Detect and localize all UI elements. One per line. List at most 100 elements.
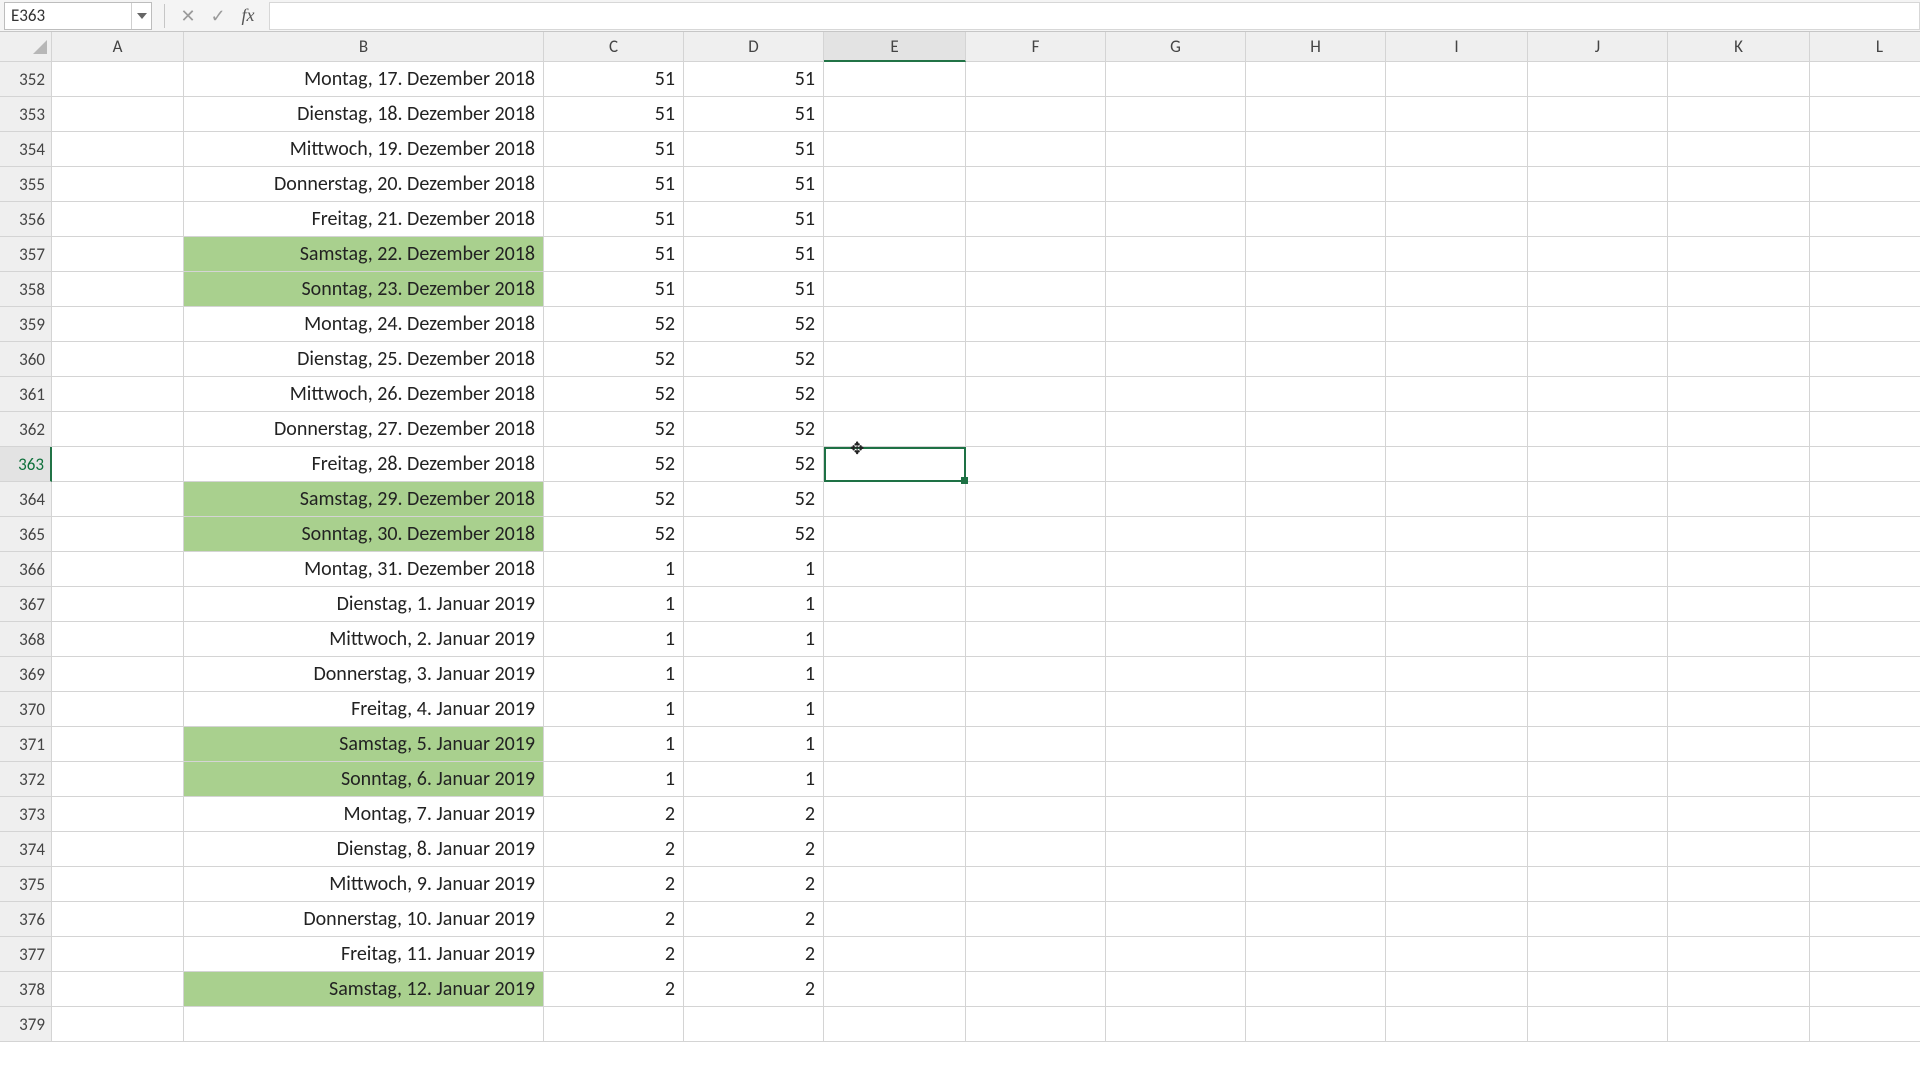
cell-L373[interactable] [1810,797,1920,832]
row-header-375[interactable]: 375 [0,867,52,902]
cell-D367[interactable]: 1 [684,587,824,622]
cell-F365[interactable] [966,517,1106,552]
row-header-364[interactable]: 364 [0,482,52,517]
cell-F358[interactable] [966,272,1106,307]
cell-L376[interactable] [1810,902,1920,937]
cell-I374[interactable] [1386,832,1528,867]
column-header-D[interactable]: D [684,32,824,62]
cell-E357[interactable] [824,237,966,272]
cell-D352[interactable]: 51 [684,62,824,97]
cell-I364[interactable] [1386,482,1528,517]
row-header-378[interactable]: 378 [0,972,52,1007]
cell-L364[interactable] [1810,482,1920,517]
cell-K367[interactable] [1668,587,1810,622]
cell-B372[interactable]: Sonntag, 6. Januar 2019 [184,762,544,797]
cell-K370[interactable] [1668,692,1810,727]
cell-F355[interactable] [966,167,1106,202]
cell-D377[interactable]: 2 [684,937,824,972]
cell-E362[interactable] [824,412,966,447]
cell-C357[interactable]: 51 [544,237,684,272]
row-header-366[interactable]: 366 [0,552,52,587]
insert-function-button[interactable]: fx [233,2,263,30]
column-header-B[interactable]: B [184,32,544,62]
cell-B363[interactable]: Freitag, 28. Dezember 2018 [184,447,544,482]
cell-K377[interactable] [1668,937,1810,972]
cell-E378[interactable] [824,972,966,1007]
cell-E352[interactable] [824,62,966,97]
cell-A376[interactable] [52,902,184,937]
cell-H365[interactable] [1246,517,1386,552]
row-header-360[interactable]: 360 [0,342,52,377]
cell-A355[interactable] [52,167,184,202]
cell-D369[interactable]: 1 [684,657,824,692]
cell-E353[interactable] [824,97,966,132]
cell-C370[interactable]: 1 [544,692,684,727]
cell-B366[interactable]: Montag, 31. Dezember 2018 [184,552,544,587]
row-header-357[interactable]: 357 [0,237,52,272]
cell-A360[interactable] [52,342,184,377]
cell-I377[interactable] [1386,937,1528,972]
cell-A371[interactable] [52,727,184,762]
cell-D376[interactable]: 2 [684,902,824,937]
cell-E374[interactable] [824,832,966,867]
cell-B374[interactable]: Dienstag, 8. Januar 2019 [184,832,544,867]
cell-L372[interactable] [1810,762,1920,797]
cell-L355[interactable] [1810,167,1920,202]
cell-B379[interactable] [184,1007,544,1042]
cell-I376[interactable] [1386,902,1528,937]
cell-A366[interactable] [52,552,184,587]
cell-J365[interactable] [1528,517,1668,552]
cell-H360[interactable] [1246,342,1386,377]
cell-I373[interactable] [1386,797,1528,832]
cell-E379[interactable] [824,1007,966,1042]
cell-K373[interactable] [1668,797,1810,832]
cell-E375[interactable] [824,867,966,902]
cell-C377[interactable]: 2 [544,937,684,972]
cell-G371[interactable] [1106,727,1246,762]
cell-L366[interactable] [1810,552,1920,587]
cell-K378[interactable] [1668,972,1810,1007]
column-header-E[interactable]: E [824,32,966,62]
cell-I357[interactable] [1386,237,1528,272]
cell-G372[interactable] [1106,762,1246,797]
cell-C374[interactable]: 2 [544,832,684,867]
cell-H366[interactable] [1246,552,1386,587]
cell-C366[interactable]: 1 [544,552,684,587]
cell-D368[interactable]: 1 [684,622,824,657]
cell-G370[interactable] [1106,692,1246,727]
cell-E368[interactable] [824,622,966,657]
cell-C365[interactable]: 52 [544,517,684,552]
cell-K376[interactable] [1668,902,1810,937]
cell-B375[interactable]: Mittwoch, 9. Januar 2019 [184,867,544,902]
cell-B376[interactable]: Donnerstag, 10. Januar 2019 [184,902,544,937]
cell-H370[interactable] [1246,692,1386,727]
cell-D366[interactable]: 1 [684,552,824,587]
cell-G364[interactable] [1106,482,1246,517]
cell-G374[interactable] [1106,832,1246,867]
cell-D374[interactable]: 2 [684,832,824,867]
cell-H353[interactable] [1246,97,1386,132]
cell-L362[interactable] [1810,412,1920,447]
cell-F372[interactable] [966,762,1106,797]
cell-I371[interactable] [1386,727,1528,762]
cell-L354[interactable] [1810,132,1920,167]
cell-I358[interactable] [1386,272,1528,307]
cell-J372[interactable] [1528,762,1668,797]
column-header-H[interactable]: H [1246,32,1386,62]
cell-A373[interactable] [52,797,184,832]
cell-K372[interactable] [1668,762,1810,797]
cell-J367[interactable] [1528,587,1668,622]
cell-H369[interactable] [1246,657,1386,692]
cell-E365[interactable] [824,517,966,552]
cell-A362[interactable] [52,412,184,447]
cell-A359[interactable] [52,307,184,342]
cell-I379[interactable] [1386,1007,1528,1042]
cell-I354[interactable] [1386,132,1528,167]
row-header-359[interactable]: 359 [0,307,52,342]
cell-G366[interactable] [1106,552,1246,587]
cell-I356[interactable] [1386,202,1528,237]
cell-B371[interactable]: Samstag, 5. Januar 2019 [184,727,544,762]
cell-I361[interactable] [1386,377,1528,412]
cell-D362[interactable]: 52 [684,412,824,447]
cell-G357[interactable] [1106,237,1246,272]
